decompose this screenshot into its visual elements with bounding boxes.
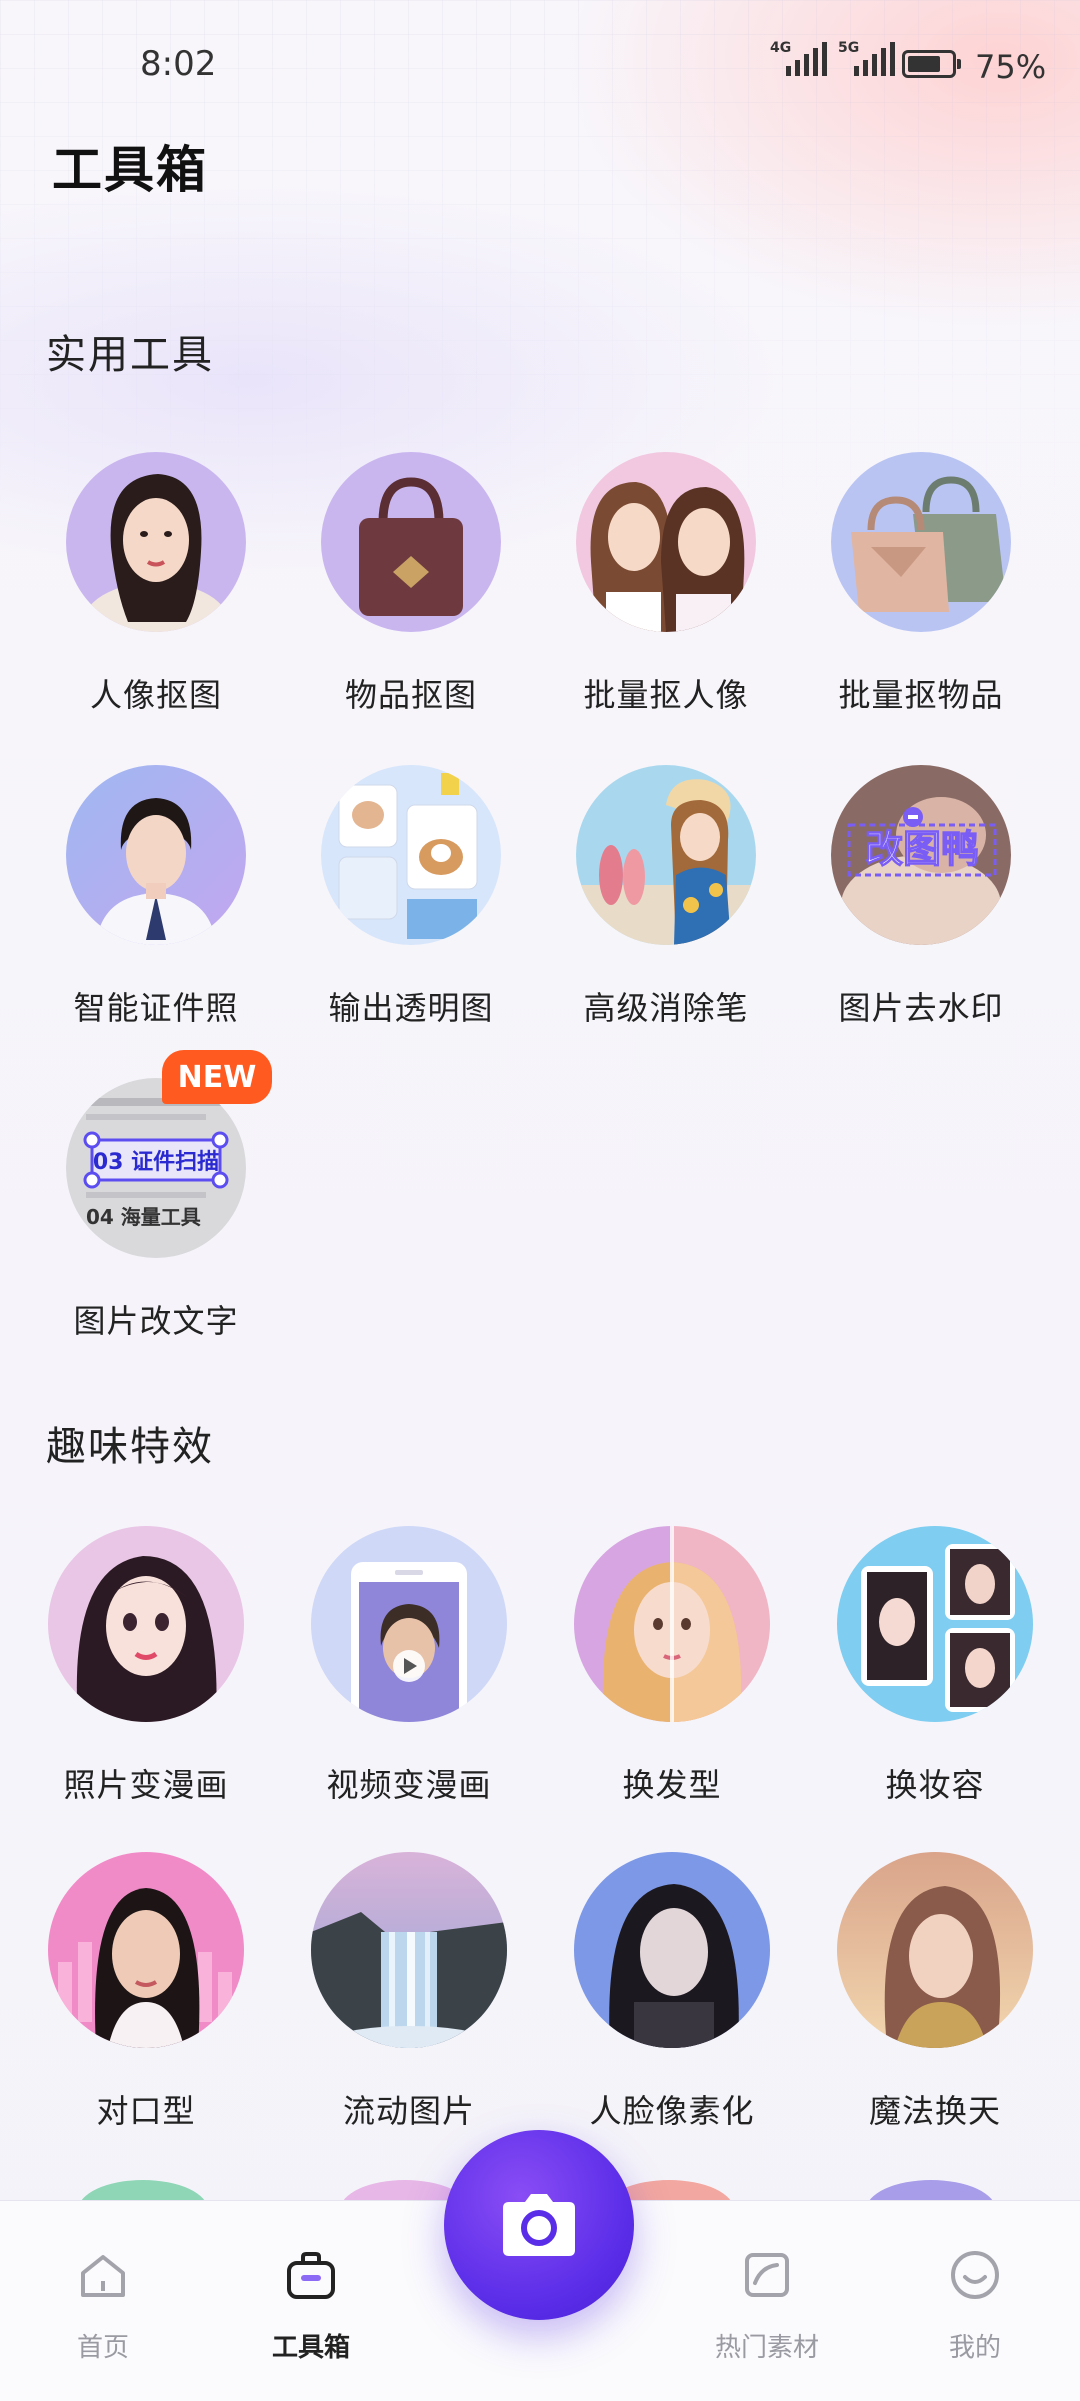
tool-batch-portrait-cutout[interactable]: 批量抠人像 bbox=[556, 452, 776, 716]
tool-label: 人脸像素化 bbox=[589, 2092, 755, 2130]
battery-icon bbox=[902, 50, 961, 78]
tool-thumbnail bbox=[311, 1526, 507, 1722]
camera-icon bbox=[503, 2194, 575, 2256]
nav-label: 首页 bbox=[76, 2333, 129, 2363]
tool-thumbnail bbox=[831, 452, 1011, 632]
tool-thumbnail bbox=[837, 1526, 1033, 1722]
tool-magic-sky-swap[interactable]: 魔法换天 bbox=[825, 1852, 1045, 2132]
nav-item-toolbox[interactable]: 工具箱 bbox=[241, 2245, 381, 2364]
tool-label: 图片去水印 bbox=[838, 989, 1004, 1027]
tool-thumbnail bbox=[321, 765, 501, 945]
tool-advanced-eraser[interactable]: 高级消除笔 bbox=[556, 765, 776, 1029]
scan-line-text: 04 海量工具 bbox=[86, 1205, 201, 1229]
network-type-label: 4G bbox=[770, 40, 792, 56]
signal-4g-icon: 4G bbox=[770, 40, 827, 76]
tool-thumbnail bbox=[66, 765, 246, 945]
tool-label: 人像抠图 bbox=[89, 676, 222, 714]
nav-label: 工具箱 bbox=[271, 2333, 350, 2363]
tool-animated-photo[interactable]: 流动图片 bbox=[299, 1852, 519, 2132]
tool-thumbnail bbox=[311, 1852, 507, 2048]
tool-label: 视频变漫画 bbox=[326, 1766, 492, 1804]
network-type-label: 5G bbox=[838, 40, 860, 56]
tool-thumbnail bbox=[576, 765, 756, 945]
toolbox-icon bbox=[287, 2252, 335, 2299]
tool-watermark-remover[interactable]: 改图鸭 图片去水印 bbox=[811, 765, 1031, 1029]
tool-label: 对口型 bbox=[96, 2092, 196, 2130]
tool-label: 图片改文字 bbox=[73, 1302, 239, 1340]
status-bar: 8:02 4G 5G 75% bbox=[0, 0, 1080, 110]
tool-label: 输出透明图 bbox=[328, 989, 494, 1027]
nav-label: 热门素材 bbox=[714, 2333, 819, 2363]
tool-photo-to-comic[interactable]: 照片变漫画 bbox=[36, 1526, 256, 1806]
tool-smart-id-photo[interactable]: 智能证件照 bbox=[46, 765, 266, 1029]
tool-label: 批量抠物品 bbox=[838, 676, 1004, 714]
page-title: 工具箱 bbox=[52, 141, 208, 199]
nav-item-trending-assets[interactable]: 热门素材 bbox=[697, 2245, 837, 2364]
tool-label: 批量抠人像 bbox=[583, 676, 749, 714]
battery-percent: 75% bbox=[975, 48, 1047, 86]
tool-thumbnail bbox=[48, 1852, 244, 2048]
tool-lip-sync[interactable]: 对口型 bbox=[36, 1852, 256, 2132]
tool-edit-image-text[interactable]: 03 证件扫描 04 海量工具 图片改文字 bbox=[46, 1078, 266, 1342]
tool-change-hairstyle[interactable]: 换发型 bbox=[562, 1526, 782, 1806]
status-time: 8:02 bbox=[140, 44, 217, 84]
tool-label: 智能证件照 bbox=[73, 989, 239, 1027]
tool-video-to-comic[interactable]: 视频变漫画 bbox=[299, 1526, 519, 1806]
tool-object-cutout[interactable]: 物品抠图 bbox=[301, 452, 521, 716]
tool-label: 魔法换天 bbox=[868, 2092, 1001, 2130]
tool-label: 换发型 bbox=[622, 1766, 722, 1804]
tool-thumbnail bbox=[48, 1526, 244, 1722]
tool-batch-object-cutout[interactable]: 批量抠物品 bbox=[811, 452, 1031, 716]
section-title-practical-tools: 实用工具 bbox=[46, 332, 214, 378]
new-badge: NEW bbox=[162, 1050, 272, 1104]
tool-label: 高级消除笔 bbox=[583, 989, 749, 1027]
tool-thumbnail bbox=[574, 1852, 770, 2048]
tool-thumbnail bbox=[321, 452, 501, 632]
tool-thumbnail bbox=[574, 1526, 770, 1722]
tool-thumbnail bbox=[837, 1852, 1033, 2048]
tool-thumbnail: 改图鸭 bbox=[831, 765, 1011, 945]
tool-thumbnail bbox=[576, 452, 756, 632]
tool-thumbnail bbox=[66, 452, 246, 632]
camera-button[interactable] bbox=[444, 2130, 634, 2320]
smile-icon bbox=[951, 2251, 999, 2299]
tool-thumbnail: 03 证件扫描 04 海量工具 bbox=[66, 1078, 246, 1258]
section-title-fun-effects: 趣味特效 bbox=[46, 1424, 214, 1470]
trending-icon bbox=[745, 2253, 789, 2297]
tool-face-pixelate[interactable]: 人脸像素化 bbox=[562, 1852, 782, 2132]
tool-export-transparent[interactable]: 输出透明图 bbox=[301, 765, 521, 1029]
signal-5g-icon: 5G bbox=[838, 40, 895, 76]
nav-label: 我的 bbox=[948, 2333, 1001, 2363]
scan-line-text: 03 证件扫描 bbox=[93, 1150, 219, 1175]
nav-item-profile[interactable]: 我的 bbox=[905, 2245, 1045, 2364]
tool-label: 物品抠图 bbox=[344, 676, 477, 714]
tool-label: 照片变漫画 bbox=[63, 1766, 229, 1804]
watermark-text: 改图鸭 bbox=[865, 827, 979, 871]
nav-item-home[interactable]: 首页 bbox=[33, 2245, 173, 2364]
tool-change-makeup[interactable]: 换妆容 bbox=[825, 1526, 1045, 1806]
home-icon bbox=[81, 2255, 125, 2297]
tool-label: 流动图片 bbox=[342, 2092, 475, 2130]
tool-label: 换妆容 bbox=[885, 1766, 985, 1804]
tool-portrait-cutout[interactable]: 人像抠图 bbox=[46, 452, 266, 716]
